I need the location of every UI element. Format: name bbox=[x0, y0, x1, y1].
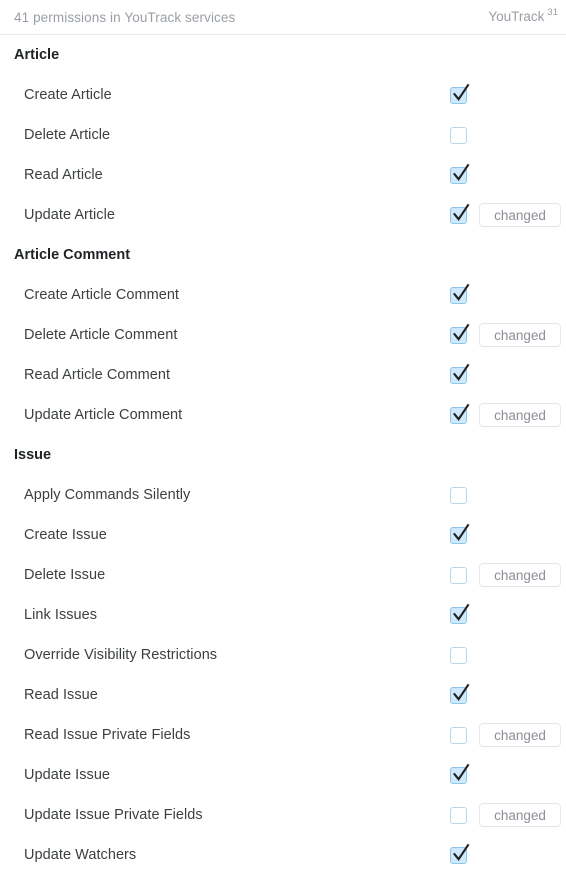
permissions-list: Article Create Article Delete Article Read … bbox=[0, 35, 566, 875]
permission-row: Read Issue bbox=[0, 675, 566, 715]
permission-checkbox[interactable] bbox=[450, 726, 467, 744]
permission-row: Create Issue bbox=[0, 515, 566, 555]
permission-controls: changed bbox=[450, 315, 561, 355]
badge-placeholder bbox=[479, 643, 561, 667]
permission-controls bbox=[450, 75, 561, 115]
changed-badge[interactable]: changed bbox=[479, 323, 561, 347]
permission-row: Read Article bbox=[0, 155, 566, 195]
badge-placeholder bbox=[479, 83, 561, 107]
permission-label: Update Article bbox=[24, 207, 115, 223]
permission-checkbox[interactable] bbox=[450, 763, 470, 784]
badge-placeholder bbox=[479, 683, 561, 707]
permission-row: Delete Article Comment changed bbox=[0, 315, 566, 355]
changed-badge[interactable]: changed bbox=[479, 403, 561, 427]
permission-checkbox[interactable] bbox=[450, 83, 470, 104]
permission-checkbox[interactable] bbox=[450, 163, 470, 184]
permission-label: Apply Commands Silently bbox=[24, 487, 191, 503]
permission-row: Update Article Comment changed bbox=[0, 395, 566, 435]
permission-label: Read Article Comment bbox=[24, 367, 171, 383]
permission-checkbox[interactable] bbox=[450, 323, 470, 344]
permission-label: Read Article bbox=[24, 167, 103, 183]
permission-controls: changed bbox=[450, 395, 561, 435]
permission-label: Delete Article Comment bbox=[24, 327, 178, 343]
service-name-label: YouTrack bbox=[488, 9, 545, 25]
permission-controls bbox=[450, 355, 561, 395]
permission-checkbox[interactable] bbox=[450, 203, 470, 224]
permission-row: Update Article changed bbox=[0, 195, 566, 235]
permission-controls bbox=[450, 595, 561, 635]
permission-checkbox[interactable] bbox=[450, 126, 467, 144]
permission-checkbox[interactable] bbox=[450, 683, 470, 704]
permission-row: Create Article Comment bbox=[0, 275, 566, 315]
permission-row: Delete Issue changed bbox=[0, 555, 566, 595]
permission-row: Read Issue Private Fields changed bbox=[0, 715, 566, 755]
permission-controls bbox=[450, 755, 561, 795]
permission-controls bbox=[450, 635, 561, 675]
badge-placeholder bbox=[479, 483, 561, 507]
permission-label: Create Article Comment bbox=[24, 287, 180, 303]
permissions-summary-label: 41 permissions in YouTrack services bbox=[14, 9, 236, 25]
permission-checkbox[interactable] bbox=[450, 283, 470, 304]
badge-placeholder bbox=[479, 763, 561, 787]
permission-controls bbox=[450, 275, 561, 315]
section-title: Issue bbox=[14, 447, 52, 463]
permission-controls: changed bbox=[450, 795, 561, 835]
changed-badge[interactable]: changed bbox=[479, 803, 561, 827]
badge-placeholder bbox=[479, 123, 561, 147]
permission-label: Delete Issue bbox=[24, 567, 106, 583]
permission-row: Override Visibility Restrictions bbox=[0, 635, 566, 675]
service-selector[interactable]: YouTrack 31 bbox=[488, 7, 558, 25]
permission-controls: changed bbox=[450, 715, 561, 755]
changed-badge[interactable]: changed bbox=[479, 203, 561, 227]
permission-checkbox[interactable] bbox=[450, 603, 470, 624]
permission-controls bbox=[450, 155, 561, 195]
permission-row: Delete Article bbox=[0, 115, 566, 155]
permission-checkbox[interactable] bbox=[450, 806, 467, 824]
permission-controls: changed bbox=[450, 195, 561, 235]
permission-label: Read Issue Private Fields bbox=[24, 727, 191, 743]
permission-checkbox[interactable] bbox=[450, 646, 467, 664]
badge-placeholder bbox=[479, 523, 561, 547]
permission-controls: changed bbox=[450, 555, 561, 595]
permission-checkbox[interactable] bbox=[450, 363, 470, 384]
permission-label: Create Issue bbox=[24, 527, 107, 543]
permission-label: Delete Article bbox=[24, 127, 111, 143]
permission-controls bbox=[450, 475, 561, 515]
permission-row: Update Watchers bbox=[0, 835, 566, 875]
permission-row: Read Article Comment bbox=[0, 355, 566, 395]
badge-placeholder bbox=[479, 283, 561, 307]
permission-checkbox[interactable] bbox=[450, 523, 470, 544]
permission-row: Update Issue bbox=[0, 755, 566, 795]
permissions-panel-header: 41 permissions in YouTrack services YouT… bbox=[0, 0, 566, 35]
permission-checkbox[interactable] bbox=[450, 403, 470, 424]
badge-placeholder bbox=[479, 603, 561, 627]
permission-label: Update Issue bbox=[24, 767, 111, 783]
section-title: Article bbox=[14, 47, 60, 63]
permission-row: Link Issues bbox=[0, 595, 566, 635]
permission-controls bbox=[450, 835, 561, 875]
permission-row: Create Article bbox=[0, 75, 566, 115]
permission-label: Update Article Comment bbox=[24, 407, 183, 423]
permission-checkbox[interactable] bbox=[450, 566, 467, 584]
permission-label: Override Visibility Restrictions bbox=[24, 647, 218, 663]
section-title: Article Comment bbox=[14, 247, 131, 263]
badge-placeholder bbox=[479, 163, 561, 187]
permission-label: Create Article bbox=[24, 87, 112, 103]
service-permission-count: 31 bbox=[547, 7, 558, 19]
permission-controls bbox=[450, 515, 561, 555]
permission-label: Update Watchers bbox=[24, 847, 137, 863]
permission-row: Apply Commands Silently bbox=[0, 475, 566, 515]
changed-badge[interactable]: changed bbox=[479, 723, 561, 747]
permission-label: Link Issues bbox=[24, 607, 98, 623]
permission-controls bbox=[450, 675, 561, 715]
permission-controls bbox=[450, 115, 561, 155]
changed-badge[interactable]: changed bbox=[479, 563, 561, 587]
permission-row: Update Issue Private Fields changed bbox=[0, 795, 566, 835]
badge-placeholder bbox=[479, 843, 561, 867]
permission-label: Update Issue Private Fields bbox=[24, 807, 203, 823]
badge-placeholder bbox=[479, 363, 561, 387]
permission-checkbox[interactable] bbox=[450, 486, 467, 504]
permission-checkbox[interactable] bbox=[450, 843, 470, 864]
permission-label: Read Issue bbox=[24, 687, 98, 703]
